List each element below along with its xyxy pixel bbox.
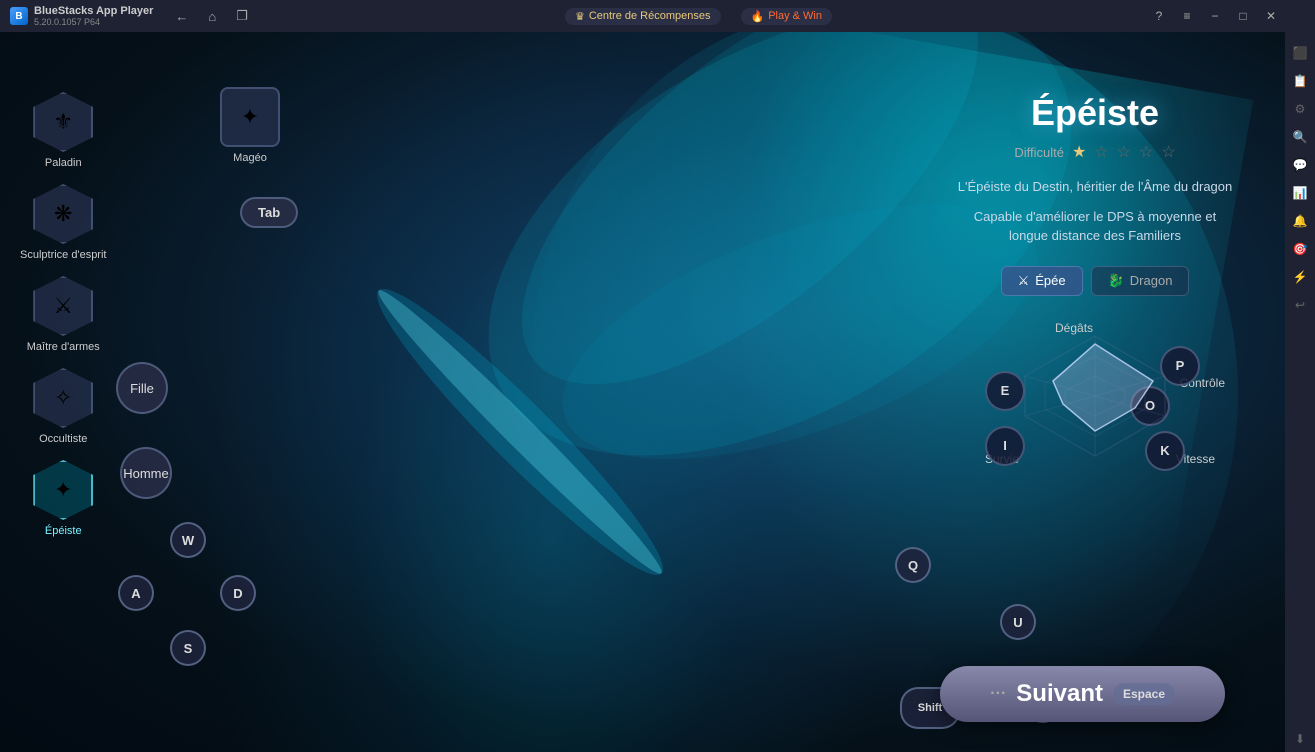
sculptrice-icon: ❋	[33, 184, 93, 244]
sidebar-icon-3[interactable]: ⚙	[1287, 96, 1313, 122]
sidebar-icon-2[interactable]: 📋	[1287, 68, 1313, 94]
sidebar-icon-7[interactable]: 🔔	[1287, 208, 1313, 234]
titlebar: B BlueStacks App Player 5.20.0.1057 P64 …	[0, 0, 1285, 32]
a-key[interactable]: A	[118, 575, 154, 611]
class-item-occultiste[interactable]: ✧ Occultiste	[20, 368, 106, 445]
d-key[interactable]: D	[220, 575, 256, 611]
sword-icon: ⚔	[1018, 273, 1030, 289]
character-name: Épéiste	[955, 92, 1235, 134]
sidebar-icon-5[interactable]: 💬	[1287, 152, 1313, 178]
sidebar-icon-1[interactable]: ⬛	[1287, 40, 1313, 66]
epeiste-label: Épéiste	[45, 525, 82, 537]
star-4: ☆	[1139, 142, 1153, 162]
paladin-icon: ⚜	[33, 92, 93, 152]
fille-button[interactable]: Fille	[116, 362, 168, 414]
tab-button[interactable]: ❐	[232, 6, 252, 26]
home-button[interactable]: ⌂	[204, 7, 220, 26]
difficulty-label: Difficulté	[1014, 145, 1064, 160]
epeiste-icon: ✦	[33, 460, 93, 520]
u-key[interactable]: U	[1000, 604, 1036, 640]
playnwin-label: Play & Win	[768, 10, 822, 22]
bluestacks-icon: B	[10, 7, 28, 25]
star-5: ☆	[1161, 142, 1175, 162]
titlebar-navigation: ← ⌂ ❐	[171, 6, 252, 26]
flame-icon: 🔥	[751, 10, 765, 23]
close-button[interactable]: ✕	[1257, 0, 1285, 32]
stats-area: Dégâts Contrôle Vitesse Survie E I P O K	[955, 316, 1235, 476]
sidebar-icon-6[interactable]: 📊	[1287, 180, 1313, 206]
help-button[interactable]: ?	[1145, 0, 1173, 32]
class-item-maitre[interactable]: ⚔ Maître d'armes	[20, 276, 106, 353]
dragon-label: Dragon	[1130, 273, 1173, 288]
sidebar-icon-9[interactable]: ⚡	[1287, 264, 1313, 290]
suivant-label: Suivant	[1016, 680, 1103, 708]
class-menu: ⚜ Paladin ❋ Sculptrice d'esprit ⚔ Maître…	[20, 92, 106, 537]
star-2: ☆	[1094, 142, 1108, 162]
maximize-button[interactable]: □	[1229, 0, 1257, 32]
mageo-label: Magéo	[233, 152, 267, 164]
dragon-icon: 🐉	[1108, 273, 1124, 289]
suivant-button[interactable]: ··· Suivant Espace	[940, 666, 1225, 722]
weapon-tabs: ⚔ Épée 🐉 Dragon	[955, 266, 1235, 296]
maitre-label: Maître d'armes	[27, 341, 100, 353]
game-viewport: ✦ Magéo ⚜ Paladin ❋ Sculptrice d'esprit …	[0, 32, 1285, 752]
epee-tab[interactable]: ⚔ Épée	[1001, 266, 1083, 296]
window-controls: ? ≡ − □ ✕	[1145, 0, 1285, 32]
mageo-icon: ✦	[220, 87, 280, 147]
play-win-button[interactable]: 🔥 Play & Win	[741, 8, 833, 25]
radar-chart	[995, 326, 1195, 466]
titlebar-center: ♛ Centre de Récompenses 🔥 Play & Win	[252, 8, 1145, 25]
espace-badge: Espace	[1113, 683, 1175, 705]
sidebar-icon-8[interactable]: 🎯	[1287, 236, 1313, 262]
difficulty-row: Difficulté ★ ☆ ☆ ☆ ☆	[955, 142, 1235, 162]
homme-button[interactable]: Homme	[120, 447, 172, 499]
dots-icon: ···	[990, 685, 1006, 703]
sidebar-icon-bottom[interactable]: ⬇	[1287, 726, 1313, 752]
class-item-mageo[interactable]: ✦ Magéo	[220, 87, 280, 164]
star-3: ☆	[1117, 142, 1131, 162]
back-button[interactable]: ←	[171, 7, 192, 26]
app-logo: B BlueStacks App Player 5.20.0.1057 P64	[0, 5, 163, 27]
minimize-button[interactable]: −	[1201, 0, 1229, 32]
class-item-paladin[interactable]: ⚜ Paladin	[20, 92, 106, 169]
epee-label: Épée	[1035, 273, 1065, 288]
reward-center-button[interactable]: ♛ Centre de Récompenses	[565, 8, 721, 25]
occultiste-icon: ✧	[33, 368, 93, 428]
w-key[interactable]: W	[170, 522, 206, 558]
app-name: BlueStacks App Player	[34, 5, 153, 17]
s-key[interactable]: S	[170, 630, 206, 666]
class-item-sculptrice[interactable]: ❋ Sculptrice d'esprit	[20, 184, 106, 261]
dragon-tab[interactable]: 🐉 Dragon	[1091, 266, 1190, 296]
occultiste-label: Occultiste	[39, 433, 87, 445]
char-description-1: L'Épéiste du Destin, héritier de l'Âme d…	[955, 177, 1235, 197]
star-filled: ★	[1072, 142, 1086, 162]
menu-button[interactable]: ≡	[1173, 0, 1201, 32]
reward-label: Centre de Récompenses	[589, 10, 711, 22]
paladin-label: Paladin	[45, 157, 82, 169]
maitre-icon: ⚔	[33, 276, 93, 336]
class-item-epeiste[interactable]: ✦ Épéiste	[20, 460, 106, 537]
sidebar-icon-10[interactable]: ↩	[1287, 292, 1313, 318]
right-sidebar: ⬛ 📋 ⚙ 🔍 💬 📊 🔔 🎯 ⚡ ↩ ⬇	[1285, 0, 1315, 752]
right-panel: Épéiste Difficulté ★ ☆ ☆ ☆ ☆ L'Épéiste d…	[955, 92, 1235, 496]
char-description-2: Capable d'améliorer le DPS à moyenne et …	[955, 207, 1235, 246]
sidebar-icon-4[interactable]: 🔍	[1287, 124, 1313, 150]
crown-icon: ♛	[575, 10, 585, 23]
character-glow	[200, 32, 900, 752]
q-key[interactable]: Q	[895, 547, 931, 583]
sculptrice-label: Sculptrice d'esprit	[20, 249, 106, 261]
tab-key[interactable]: Tab	[240, 197, 298, 228]
app-version: 5.20.0.1057 P64	[34, 17, 153, 27]
